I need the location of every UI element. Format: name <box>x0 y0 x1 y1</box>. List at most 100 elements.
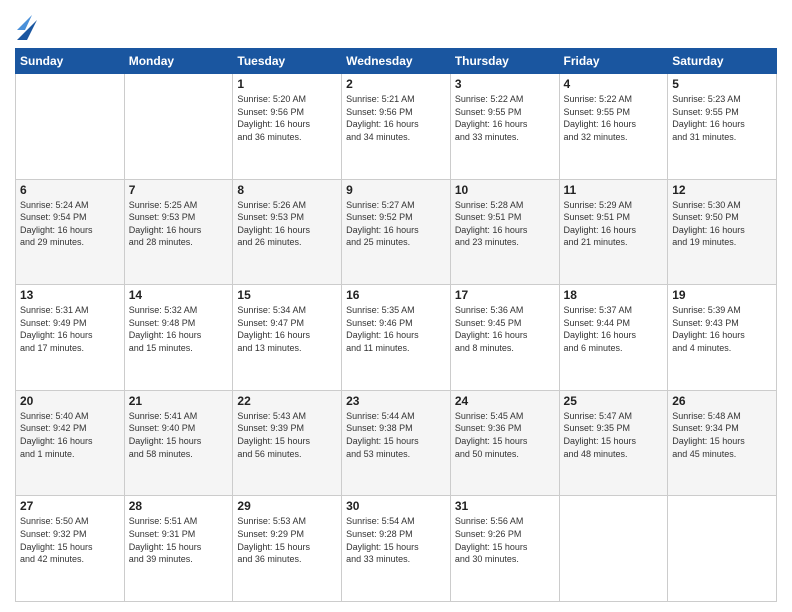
weekday-header: Sunday <box>16 49 125 74</box>
calendar-cell: 22 Sunrise: 5:43 AM Sunset: 9:39 PM Dayli… <box>233 390 342 496</box>
day-number: 15 <box>237 288 337 302</box>
calendar-week-row: 1 Sunrise: 5:20 AM Sunset: 9:56 PM Daylig… <box>16 74 777 180</box>
day-info: Sunrise: 5:45 AM Sunset: 9:36 PM Dayligh… <box>455 410 555 460</box>
weekday-header: Tuesday <box>233 49 342 74</box>
day-number: 5 <box>672 77 772 91</box>
day-info: Sunrise: 5:36 AM Sunset: 9:45 PM Dayligh… <box>455 304 555 354</box>
day-info: Sunrise: 5:34 AM Sunset: 9:47 PM Dayligh… <box>237 304 337 354</box>
day-info: Sunrise: 5:21 AM Sunset: 9:56 PM Dayligh… <box>346 93 446 143</box>
day-number: 1 <box>237 77 337 91</box>
calendar-cell: 30 Sunrise: 5:54 AM Sunset: 9:28 PM Dayli… <box>342 496 451 602</box>
day-info: Sunrise: 5:50 AM Sunset: 9:32 PM Dayligh… <box>20 515 120 565</box>
day-number: 10 <box>455 183 555 197</box>
weekday-header-row: SundayMondayTuesdayWednesdayThursdayFrid… <box>16 49 777 74</box>
day-number: 27 <box>20 499 120 513</box>
day-number: 14 <box>129 288 229 302</box>
day-info: Sunrise: 5:31 AM Sunset: 9:49 PM Dayligh… <box>20 304 120 354</box>
weekday-header: Thursday <box>450 49 559 74</box>
calendar-cell: 28Sunrise: 5:51 AM Sunset: 9:31 PM Dayli… <box>124 496 233 602</box>
calendar-cell: 26 Sunrise: 5:48 AM Sunset: 9:34 PM Dayli… <box>668 390 777 496</box>
day-number: 13 <box>20 288 120 302</box>
day-info: Sunrise: 5:43 AM Sunset: 9:39 PM Dayligh… <box>237 410 337 460</box>
day-number: 31 <box>455 499 555 513</box>
calendar-cell: 25 Sunrise: 5:47 AM Sunset: 9:35 PM Dayli… <box>559 390 668 496</box>
day-info: Sunrise: 5:35 AM Sunset: 9:46 PM Dayligh… <box>346 304 446 354</box>
calendar-cell: 18 Sunrise: 5:37 AM Sunset: 9:44 PM Dayli… <box>559 285 668 391</box>
day-number: 9 <box>346 183 446 197</box>
day-info: Sunrise: 5:41 AM Sunset: 9:40 PM Dayligh… <box>129 410 229 460</box>
day-number: 22 <box>237 394 337 408</box>
calendar-cell: 5 Sunrise: 5:23 AM Sunset: 9:55 PM Daylig… <box>668 74 777 180</box>
calendar-cell: 24Sunrise: 5:45 AM Sunset: 9:36 PM Dayli… <box>450 390 559 496</box>
day-number: 8 <box>237 183 337 197</box>
day-info: Sunrise: 5:29 AM Sunset: 9:51 PM Dayligh… <box>564 199 664 249</box>
calendar-cell: 6 Sunrise: 5:24 AM Sunset: 9:54 PM Daylig… <box>16 179 125 285</box>
calendar-cell: 1 Sunrise: 5:20 AM Sunset: 9:56 PM Daylig… <box>233 74 342 180</box>
day-number: 26 <box>672 394 772 408</box>
weekday-header: Wednesday <box>342 49 451 74</box>
day-number: 19 <box>672 288 772 302</box>
day-info: Sunrise: 5:26 AM Sunset: 9:53 PM Dayligh… <box>237 199 337 249</box>
day-info: Sunrise: 5:30 AM Sunset: 9:50 PM Dayligh… <box>672 199 772 249</box>
day-info: Sunrise: 5:25 AM Sunset: 9:53 PM Dayligh… <box>129 199 229 249</box>
day-number: 4 <box>564 77 664 91</box>
day-info: Sunrise: 5:28 AM Sunset: 9:51 PM Dayligh… <box>455 199 555 249</box>
day-info: Sunrise: 5:39 AM Sunset: 9:43 PM Dayligh… <box>672 304 772 354</box>
calendar-cell: 7 Sunrise: 5:25 AM Sunset: 9:53 PM Daylig… <box>124 179 233 285</box>
weekday-header: Saturday <box>668 49 777 74</box>
day-info: Sunrise: 5:32 AM Sunset: 9:48 PM Dayligh… <box>129 304 229 354</box>
weekday-header: Monday <box>124 49 233 74</box>
calendar-cell: 17 Sunrise: 5:36 AM Sunset: 9:45 PM Dayli… <box>450 285 559 391</box>
day-info: Sunrise: 5:37 AM Sunset: 9:44 PM Dayligh… <box>564 304 664 354</box>
day-info: Sunrise: 5:40 AM Sunset: 9:42 PM Dayligh… <box>20 410 120 460</box>
day-number: 28 <box>129 499 229 513</box>
day-info: Sunrise: 5:47 AM Sunset: 9:35 PM Dayligh… <box>564 410 664 460</box>
calendar-cell: 14 Sunrise: 5:32 AM Sunset: 9:48 PM Dayli… <box>124 285 233 391</box>
calendar-cell: 3Sunrise: 5:22 AM Sunset: 9:55 PM Daylig… <box>450 74 559 180</box>
day-number: 7 <box>129 183 229 197</box>
calendar-cell: 13 Sunrise: 5:31 AM Sunset: 9:49 PM Dayli… <box>16 285 125 391</box>
calendar-cell: 29Sunrise: 5:53 AM Sunset: 9:29 PM Dayli… <box>233 496 342 602</box>
day-info: Sunrise: 5:54 AM Sunset: 9:28 PM Dayligh… <box>346 515 446 565</box>
day-number: 30 <box>346 499 446 513</box>
calendar-cell: 16 Sunrise: 5:35 AM Sunset: 9:46 PM Dayli… <box>342 285 451 391</box>
day-number: 12 <box>672 183 772 197</box>
day-number: 18 <box>564 288 664 302</box>
calendar-cell: 12 Sunrise: 5:30 AM Sunset: 9:50 PM Dayli… <box>668 179 777 285</box>
calendar-table: SundayMondayTuesdayWednesdayThursdayFrid… <box>15 48 777 602</box>
calendar-cell: 19 Sunrise: 5:39 AM Sunset: 9:43 PM Dayli… <box>668 285 777 391</box>
calendar-cell: 20 Sunrise: 5:40 AM Sunset: 9:42 PM Dayli… <box>16 390 125 496</box>
calendar-cell <box>124 74 233 180</box>
header <box>15 10 777 40</box>
day-number: 6 <box>20 183 120 197</box>
day-info: Sunrise: 5:24 AM Sunset: 9:54 PM Dayligh… <box>20 199 120 249</box>
logo <box>15 10 37 40</box>
calendar-week-row: 6 Sunrise: 5:24 AM Sunset: 9:54 PM Daylig… <box>16 179 777 285</box>
calendar-week-row: 20 Sunrise: 5:40 AM Sunset: 9:42 PM Dayli… <box>16 390 777 496</box>
day-number: 21 <box>129 394 229 408</box>
calendar-cell: 15 Sunrise: 5:34 AM Sunset: 9:47 PM Dayli… <box>233 285 342 391</box>
day-number: 11 <box>564 183 664 197</box>
day-number: 20 <box>20 394 120 408</box>
calendar-cell: 4 Sunrise: 5:22 AM Sunset: 9:55 PM Daylig… <box>559 74 668 180</box>
logo-icon <box>17 10 37 40</box>
day-info: Sunrise: 5:27 AM Sunset: 9:52 PM Dayligh… <box>346 199 446 249</box>
calendar-cell: 10 Sunrise: 5:28 AM Sunset: 9:51 PM Dayli… <box>450 179 559 285</box>
calendar-cell <box>559 496 668 602</box>
day-info: Sunrise: 5:22 AM Sunset: 9:55 PM Dayligh… <box>564 93 664 143</box>
calendar-week-row: 13 Sunrise: 5:31 AM Sunset: 9:49 PM Dayli… <box>16 285 777 391</box>
day-number: 17 <box>455 288 555 302</box>
calendar-cell: 9 Sunrise: 5:27 AM Sunset: 9:52 PM Daylig… <box>342 179 451 285</box>
day-number: 25 <box>564 394 664 408</box>
day-info: Sunrise: 5:56 AM Sunset: 9:26 PM Dayligh… <box>455 515 555 565</box>
day-number: 29 <box>237 499 337 513</box>
day-number: 23 <box>346 394 446 408</box>
calendar-cell: 11 Sunrise: 5:29 AM Sunset: 9:51 PM Dayli… <box>559 179 668 285</box>
day-info: Sunrise: 5:20 AM Sunset: 9:56 PM Dayligh… <box>237 93 337 143</box>
day-number: 16 <box>346 288 446 302</box>
calendar-cell: 8 Sunrise: 5:26 AM Sunset: 9:53 PM Daylig… <box>233 179 342 285</box>
day-info: Sunrise: 5:23 AM Sunset: 9:55 PM Dayligh… <box>672 93 772 143</box>
page: SundayMondayTuesdayWednesdayThursdayFrid… <box>0 0 792 612</box>
calendar-cell <box>16 74 125 180</box>
day-info: Sunrise: 5:48 AM Sunset: 9:34 PM Dayligh… <box>672 410 772 460</box>
